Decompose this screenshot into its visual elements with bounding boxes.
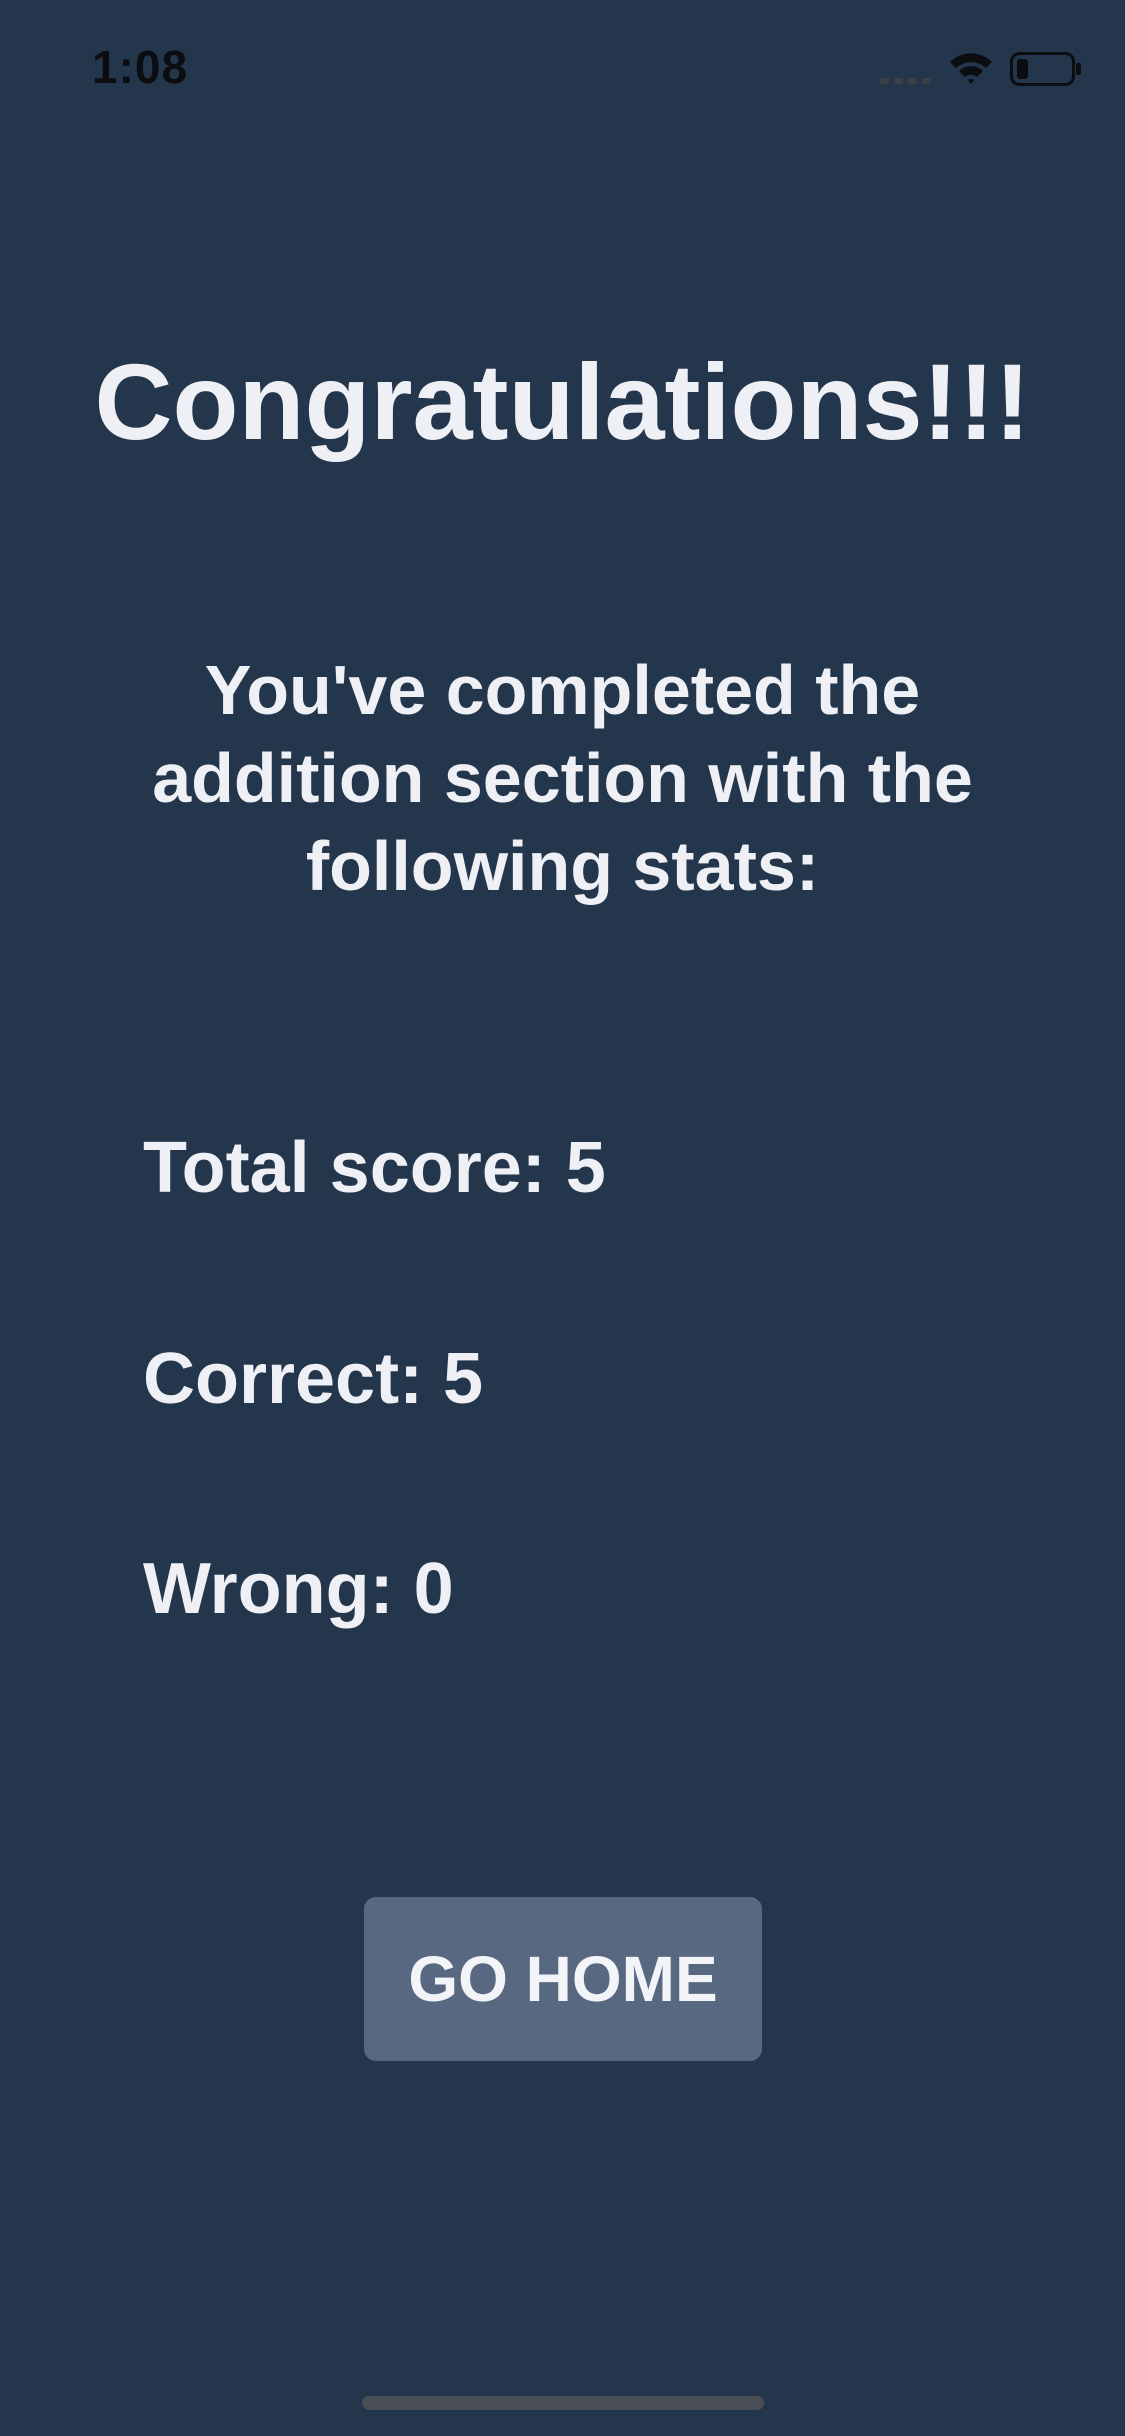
status-time: 1:08 xyxy=(92,41,189,93)
status-bar: 1:08 xyxy=(0,0,1125,132)
go-home-label: GO HOME xyxy=(408,1943,718,2015)
go-home-button[interactable]: GO HOME xyxy=(364,1897,762,2061)
total-score-stat: Total score: 5 xyxy=(143,1128,606,1208)
completion-message: You've completed the addition section wi… xyxy=(152,651,973,905)
home-indicator[interactable] xyxy=(362,2396,764,2410)
wifi-icon xyxy=(950,53,992,84)
congratulations-title: Congratulations!!! xyxy=(94,341,1031,462)
wrong-count-stat: Wrong: 0 xyxy=(143,1549,454,1629)
cellular-signal-icon xyxy=(880,78,931,84)
battery-icon xyxy=(1010,52,1081,86)
correct-count-stat: Correct: 5 xyxy=(143,1339,484,1419)
